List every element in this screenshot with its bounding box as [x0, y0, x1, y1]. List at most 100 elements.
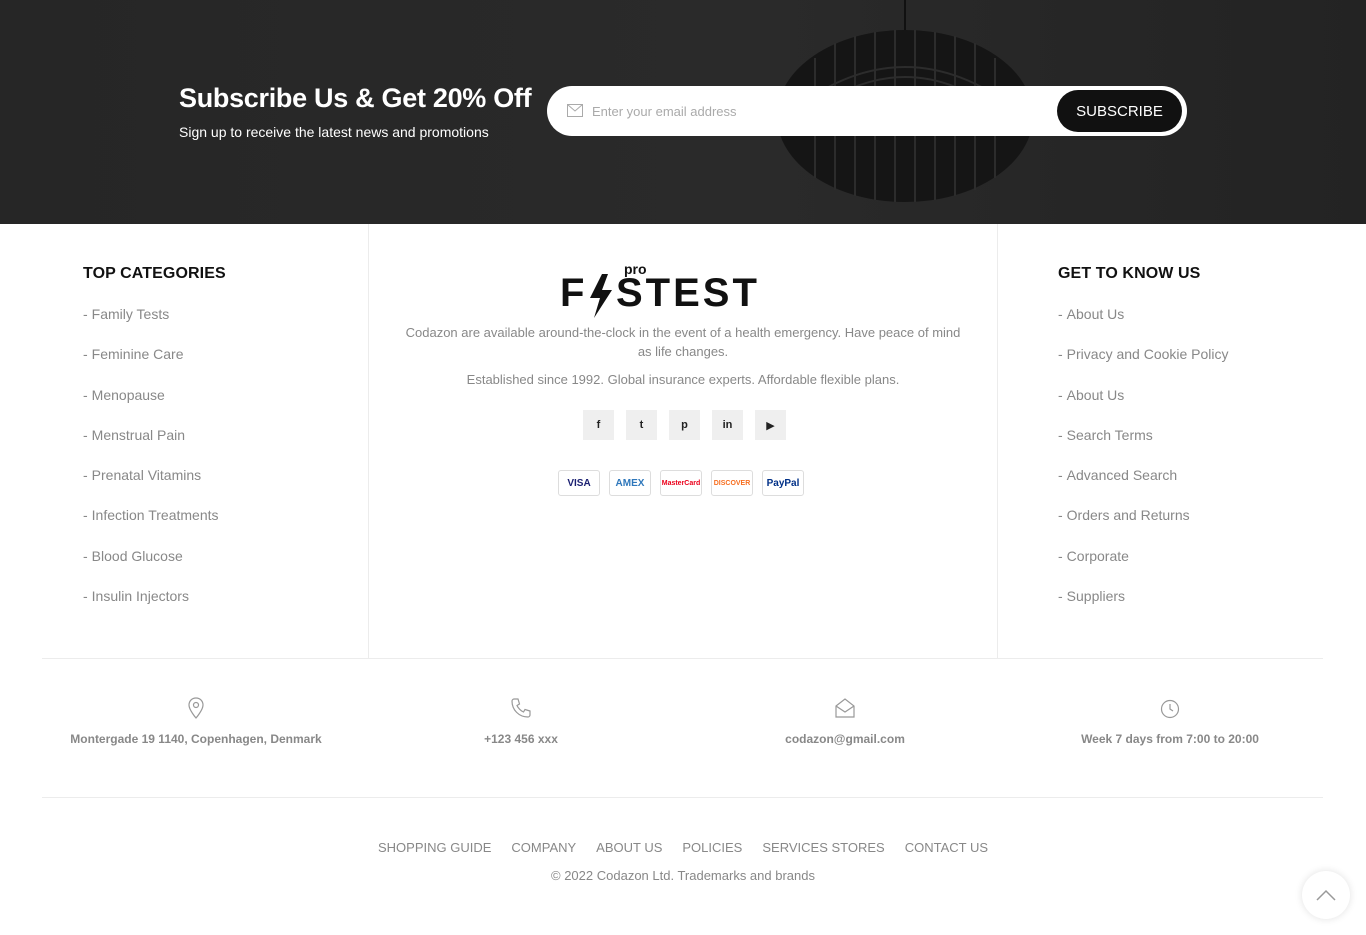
info-item: - About Us	[1058, 306, 1229, 346]
info-link[interactable]: Orders and Returns	[1067, 507, 1190, 523]
youtube-icon[interactable]: ▶	[755, 410, 786, 440]
info-link[interactable]: Suppliers	[1067, 588, 1125, 604]
category-link[interactable]: Blood Glucose	[92, 548, 183, 564]
info-item: - Suppliers	[1058, 588, 1229, 628]
category-link[interactable]: Feminine Care	[92, 346, 184, 362]
footer-nav-link[interactable]: SHOPPING GUIDE	[378, 840, 491, 855]
category-item: - Blood Glucose	[83, 548, 219, 588]
payment-card-icon: VISA	[558, 470, 600, 496]
divider	[42, 658, 1323, 659]
subscribe-button[interactable]: SUBSCRIBE	[1057, 90, 1182, 132]
category-link[interactable]: Infection Treatments	[92, 507, 219, 523]
email-text[interactable]: codazon@gmail.com	[695, 732, 995, 746]
list-dash: -	[1058, 507, 1063, 524]
newsletter-form: SUBSCRIBE	[547, 86, 1187, 136]
info-item: - Corporate	[1058, 548, 1229, 588]
payment-card-icon: MasterCard	[660, 470, 702, 496]
category-item: - Insulin Injectors	[83, 588, 219, 628]
facebook-icon[interactable]: f	[583, 410, 614, 440]
footer-nav: SHOPPING GUIDE COMPANY ABOUT US POLICIES SER…	[0, 839, 1366, 857]
list-dash: -	[1058, 306, 1063, 322]
divider	[42, 797, 1323, 798]
footer-nav-link[interactable]: POLICIES	[682, 840, 742, 855]
category-link[interactable]: Menstrual Pain	[92, 427, 185, 443]
newsletter-title: Subscribe Us & Get 20% Off	[179, 83, 532, 113]
envelope-icon	[567, 104, 583, 117]
chevron-up-icon	[1316, 889, 1336, 901]
info-item: - About Us	[1058, 387, 1229, 427]
category-item: - Infection Treatments	[83, 507, 219, 547]
list-dash: -	[1058, 426, 1063, 443]
column-divider	[997, 224, 998, 658]
contact-hours: Week 7 days from 7:00 to 20:00	[1020, 696, 1320, 746]
svg-text:STEST: STEST	[616, 271, 760, 315]
list-dash: -	[83, 386, 88, 403]
list-dash: -	[1058, 386, 1063, 403]
column-divider	[368, 224, 369, 658]
pinterest-icon[interactable]: p	[669, 410, 700, 440]
payment-card-icon: PayPal	[762, 470, 804, 496]
category-item: - Menopause	[83, 387, 219, 427]
linkedin-icon[interactable]: in	[712, 410, 743, 440]
brand-established: Established since 1992. Global insurance…	[466, 372, 900, 387]
newsletter-email-input[interactable]	[592, 86, 1052, 136]
contact-phone: +123 456 xxx	[371, 696, 671, 746]
category-link[interactable]: Family Tests	[92, 306, 170, 322]
category-item: - Menstrual Pain	[83, 427, 219, 467]
info-item: - Privacy and Cookie Policy	[1058, 346, 1229, 386]
info-item: - Search Terms	[1058, 427, 1229, 467]
info-item: - Orders and Returns	[1058, 507, 1229, 547]
clock-icon	[1160, 699, 1180, 719]
info-link[interactable]: About Us	[1067, 387, 1125, 403]
hours-text: Week 7 days from 7:00 to 20:00	[1081, 732, 1259, 746]
get-to-know-title: GET TO KNOW US	[1058, 265, 1201, 282]
twitter-icon[interactable]: t	[626, 410, 657, 440]
list-dash: -	[1058, 588, 1063, 605]
info-link[interactable]: Corporate	[1067, 548, 1129, 564]
category-link[interactable]: Prenatal Vitamins	[92, 467, 201, 483]
list-dash: -	[83, 346, 88, 363]
footer-nav-link[interactable]: COMPANY	[511, 840, 576, 855]
list-dash: -	[83, 306, 88, 322]
location-pin-icon	[188, 697, 204, 719]
list-dash: -	[1058, 346, 1063, 363]
category-item: - Prenatal Vitamins	[83, 467, 219, 507]
category-link[interactable]: Insulin Injectors	[92, 588, 189, 604]
info-link[interactable]: Privacy and Cookie Policy	[1067, 346, 1229, 362]
payment-card-icon: DISCOVER	[711, 470, 753, 496]
svg-text:F: F	[560, 271, 586, 315]
top-categories-list: - Family Tests - Feminine Care - Menopause - Me…	[83, 306, 219, 628]
list-dash: -	[83, 426, 88, 443]
mail-icon	[835, 698, 855, 718]
info-item: - Advanced Search	[1058, 467, 1229, 507]
fastest-logo: pro F STEST	[560, 261, 760, 318]
social-links: f t p in ▶	[583, 410, 786, 440]
top-categories-title: TOP CATEGORIES	[83, 265, 226, 282]
payment-methods: VISA AMEX MasterCard DISCOVER PayPal	[558, 470, 804, 496]
payment-card-icon: AMEX	[609, 470, 651, 496]
list-dash: -	[83, 547, 88, 564]
info-link[interactable]: Search Terms	[1067, 427, 1153, 443]
list-dash: -	[83, 507, 88, 524]
info-link[interactable]: About Us	[1067, 306, 1125, 322]
newsletter-text: Subscribe Us & Get 20% Off Sign up to re…	[179, 82, 532, 140]
get-to-know-list: - About Us - Privacy and Cookie Policy - Abou…	[1058, 306, 1229, 628]
footer-nav-link[interactable]: SERVICES STORES	[762, 840, 884, 855]
contact-address: Montergade 19 1140, Copenhagen, Denmark	[46, 696, 346, 746]
copyright-text: © 2022 Codazon Ltd. Trademarks and brand…	[551, 868, 815, 883]
list-dash: -	[83, 588, 88, 605]
category-link[interactable]: Menopause	[92, 387, 165, 403]
back-to-top-button[interactable]	[1302, 871, 1350, 919]
contact-email: codazon@gmail.com	[695, 696, 995, 746]
phone-text[interactable]: +123 456 xxx	[371, 732, 671, 746]
address-text: Montergade 19 1140, Copenhagen, Denmark	[70, 732, 322, 746]
newsletter-banner: Subscribe Us & Get 20% Off Sign up to re…	[0, 0, 1366, 224]
brand-description: Codazon are available around-the-clock i…	[405, 325, 961, 359]
footer-nav-link[interactable]: CONTACT US	[905, 840, 988, 855]
category-item: - Feminine Care	[83, 346, 219, 386]
list-dash: -	[1058, 547, 1063, 564]
info-link[interactable]: Advanced Search	[1067, 467, 1178, 483]
list-dash: -	[83, 467, 88, 484]
newsletter-subtitle: Sign up to receive the latest news and p…	[179, 124, 489, 140]
footer-nav-link[interactable]: ABOUT US	[596, 840, 662, 855]
